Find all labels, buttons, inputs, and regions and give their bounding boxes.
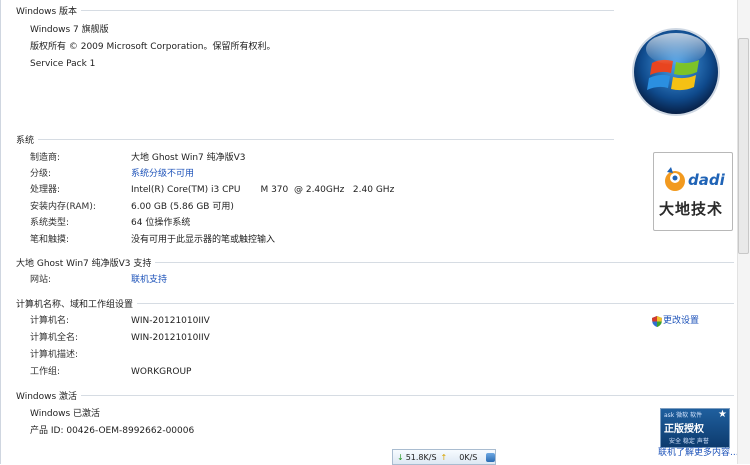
section-system: 系统 (16, 133, 614, 146)
upload-speed: 0K/S (459, 452, 478, 462)
ram-value: 6.00 GB (5.86 GB 可用) (131, 202, 234, 212)
arrow-down-icon: ↓ (397, 452, 404, 462)
full-name-value: WIN-20121010IIV (131, 333, 210, 343)
workgroup-label: 工作组: (30, 367, 61, 377)
section-windows-edition: Windows 版本 (16, 4, 614, 17)
rating-label: 分级: (30, 169, 52, 179)
full-name-label: 计算机全名: (30, 333, 79, 343)
oem-logo-word: dadi (688, 171, 725, 189)
speed-menu-icon[interactable] (486, 452, 495, 462)
section-activation: Windows 激活 (16, 389, 734, 402)
uac-shield-icon[interactable] (652, 316, 662, 327)
windows-orb-icon (632, 28, 720, 116)
scrollbar-thumb[interactable] (738, 38, 749, 254)
network-speed-widget[interactable]: ↓ 51.8K/S ↑ 0K/S (392, 449, 496, 465)
manufacturer-label: 制造商: (30, 153, 61, 163)
processor-label: 处理器: (30, 185, 61, 195)
section-title: Windows 激活 (16, 391, 78, 402)
copyright-text: 版权所有 © 2009 Microsoft Corporation。保留所有权利… (30, 42, 276, 52)
section-divider (38, 138, 614, 140)
manufacturer-value: 大地 Ghost Win7 纯净版V3 (131, 153, 246, 163)
section-divider (137, 302, 734, 304)
system-type-label: 系统类型: (30, 218, 70, 228)
genuine-badge-title: 正版授权 (664, 424, 704, 435)
oem-mascot-icon (665, 167, 685, 191)
oem-logo: dadi 大地技术 (653, 152, 733, 231)
description-label: 计算机描述: (30, 350, 79, 360)
download-speed: 51.8K/S (405, 452, 437, 462)
service-pack: Service Pack 1 (30, 59, 96, 69)
online-support-link[interactable]: 联机支持 (131, 275, 167, 286)
genuine-badge: ask 微软 软件 ★ 正版授权 安全 稳定 声誉 (660, 408, 730, 448)
genuine-badge-top: ask 微软 软件 (664, 412, 703, 419)
learn-more-link[interactable]: 联机了解更多内容... (658, 448, 739, 459)
product-id: 产品 ID: 00426-OEM-8992662-00006 (30, 426, 195, 436)
computer-name-value: WIN-20121010IIV (131, 316, 210, 326)
website-label: 网站: (30, 275, 52, 285)
activation-status: Windows 已激活 (30, 409, 101, 419)
section-divider (81, 9, 614, 11)
pen-touch-label: 笔和触摸: (30, 235, 70, 245)
processor-value: Intel(R) Core(TM) i3 CPU M 370 @ 2.40GHz… (131, 185, 395, 195)
section-title: 大地 Ghost Win7 纯净版V3 支持 (16, 258, 152, 269)
section-title: 系统 (16, 135, 35, 146)
section-title: Windows 版本 (16, 6, 78, 17)
oem-logo-text: 大地技术 (659, 200, 724, 218)
star-icon: ★ (718, 409, 727, 420)
change-settings-link[interactable]: 更改设置 (663, 316, 699, 327)
section-divider (81, 394, 734, 396)
window-left-border (0, 0, 1, 464)
section-divider (155, 261, 734, 263)
section-computer-name: 计算机名称、域和工作组设置 (16, 297, 734, 310)
genuine-badge-bottom: 安全 稳定 声誉 (669, 438, 709, 445)
edition-name: Windows 7 旗舰版 (30, 25, 109, 35)
section-support: 大地 Ghost Win7 纯净版V3 支持 (16, 256, 734, 269)
system-type-value: 64 位操作系统 (131, 218, 191, 228)
ram-label: 安装内存(RAM): (30, 202, 96, 212)
computer-name-label: 计算机名: (30, 316, 70, 326)
workgroup-value: WORKGROUP (131, 367, 192, 377)
pen-touch-value: 没有可用于此显示器的笔或触控输入 (131, 235, 276, 245)
section-title: 计算机名称、域和工作组设置 (16, 299, 134, 310)
arrow-up-icon: ↑ (440, 452, 448, 462)
rating-link[interactable]: 系统分级不可用 (131, 169, 194, 180)
vertical-scrollbar[interactable] (737, 0, 750, 464)
